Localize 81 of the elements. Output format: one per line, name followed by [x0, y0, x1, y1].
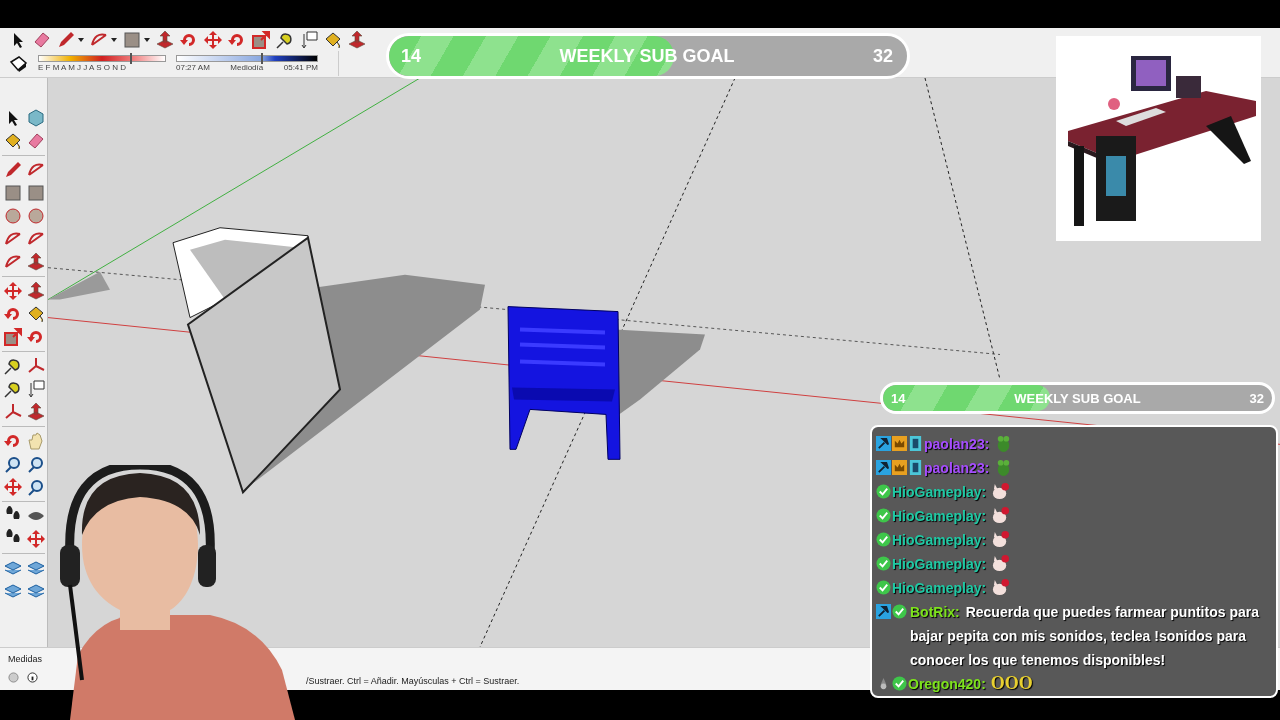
pencil-icon[interactable]: [3, 160, 23, 180]
move-arrows-icon[interactable]: [203, 29, 223, 50]
push-pull-icon[interactable]: [347, 29, 367, 50]
slider-thumb[interactable]: [129, 53, 132, 64]
chat-username: HioGameplay:: [892, 532, 987, 548]
move-arrows-icon[interactable]: [3, 477, 23, 497]
chat-emote-text: OOO: [990, 673, 1033, 693]
chat-username: HioGameplay:: [892, 556, 987, 572]
verified-badge-icon: [876, 508, 891, 523]
move-arrows-icon[interactable]: [3, 281, 23, 301]
info-icon[interactable]: [27, 672, 38, 683]
scale-icon[interactable]: [251, 29, 271, 50]
wrench-badge-icon: [876, 436, 891, 451]
push-pull-icon[interactable]: [155, 29, 175, 50]
circle-icon[interactable]: [3, 206, 23, 226]
date-slider[interactable]: [38, 55, 166, 62]
measurements-label: Medidas: [8, 654, 44, 664]
goal-start-count: 14: [891, 390, 906, 406]
bunny-emote-icon: [991, 578, 1011, 597]
wrench-badge-icon: [876, 460, 891, 475]
chat-message: BotRix: Recuerda que puedes farmear puntitos para bajar pepita con mis sonidos, teclea !sonidos para conocer los que tenemos disponibles!: [910, 603, 1260, 670]
time-label: 07:27 AM: [176, 63, 210, 72]
tape-measure-icon[interactable]: [3, 379, 23, 399]
shadow: [48, 271, 110, 300]
axes-icon[interactable]: [3, 402, 23, 422]
caret-icon[interactable]: [77, 35, 85, 44]
cube-icon[interactable]: [26, 108, 46, 128]
push-pull-icon[interactable]: [26, 281, 46, 301]
move-arrows-icon[interactable]: [26, 529, 46, 549]
goal-title: WEEKLY SUB GOAL: [1014, 390, 1141, 406]
month-labels: E F M A M J J A S O N D: [38, 63, 128, 72]
crown-badge-icon: [892, 460, 907, 475]
eraser-icon[interactable]: [26, 131, 46, 151]
pencil-icon[interactable]: [56, 29, 76, 50]
shadow-toggle-icon[interactable]: [8, 53, 28, 74]
bunny-emote-icon: [991, 554, 1011, 573]
magnifier-icon[interactable]: [26, 454, 46, 474]
paint-bucket-icon[interactable]: [3, 131, 23, 151]
rectangle-icon[interactable]: [3, 183, 23, 203]
goal-start-count: 14: [401, 45, 422, 67]
verified-badge-icon: [892, 676, 907, 691]
wrench-badge-icon: [876, 604, 891, 619]
time-label: Mediodía: [230, 63, 264, 72]
bunny-emote-icon: [991, 506, 1011, 525]
bunny-emote-icon: [991, 530, 1011, 549]
magnifier-icon[interactable]: [3, 454, 23, 474]
circle-icon[interactable]: [26, 206, 46, 226]
goal-target-count: 32: [872, 45, 893, 67]
verified-badge-icon: [876, 580, 891, 595]
push-pull-icon[interactable]: [26, 402, 46, 422]
bunny-emote-icon: [991, 482, 1011, 501]
time-slider[interactable]: [176, 55, 318, 62]
scale-icon[interactable]: [3, 327, 23, 347]
time-label: 05:41 PM: [283, 63, 318, 72]
caret-icon[interactable]: [110, 35, 118, 44]
chat-username: Oregon420:: [908, 676, 986, 692]
verified-badge-icon: [876, 484, 891, 499]
status-hint: /Sustraer. Ctrl = Añadir. Mayúsculas + Ctrl = Sustraer.: [305, 676, 520, 688]
chat-username: HioGameplay:: [892, 580, 987, 596]
goal-target-count: 32: [1249, 390, 1264, 406]
verified-badge-icon: [876, 532, 891, 547]
subscriber-badge-icon: [908, 436, 923, 451]
tape-measure-icon[interactable]: [3, 356, 23, 376]
rectangle-icon[interactable]: [122, 29, 142, 50]
text-label-icon[interactable]: [299, 29, 319, 50]
push-pull-icon[interactable]: [26, 252, 46, 272]
crown-badge-icon: [892, 436, 907, 451]
verified-badge-icon: [876, 556, 891, 571]
axes-icon[interactable]: [26, 356, 46, 376]
rectangle-icon[interactable]: [26, 183, 46, 203]
chat-username: HioGameplay:: [892, 484, 987, 500]
verified-badge-icon: [892, 604, 907, 619]
chat-username: paolan23:: [924, 436, 990, 452]
chat-username: HioGameplay:: [892, 508, 987, 524]
caret-icon[interactable]: [143, 35, 151, 44]
subscriber-badge-icon: [908, 460, 923, 475]
text-label-icon[interactable]: [26, 379, 46, 399]
chat-username: paolan23:: [924, 460, 990, 476]
paint-bucket-icon[interactable]: [26, 304, 46, 324]
magnifier-icon[interactable]: [26, 477, 46, 497]
goal-title: WEEKLY SUB GOAL: [559, 45, 735, 67]
